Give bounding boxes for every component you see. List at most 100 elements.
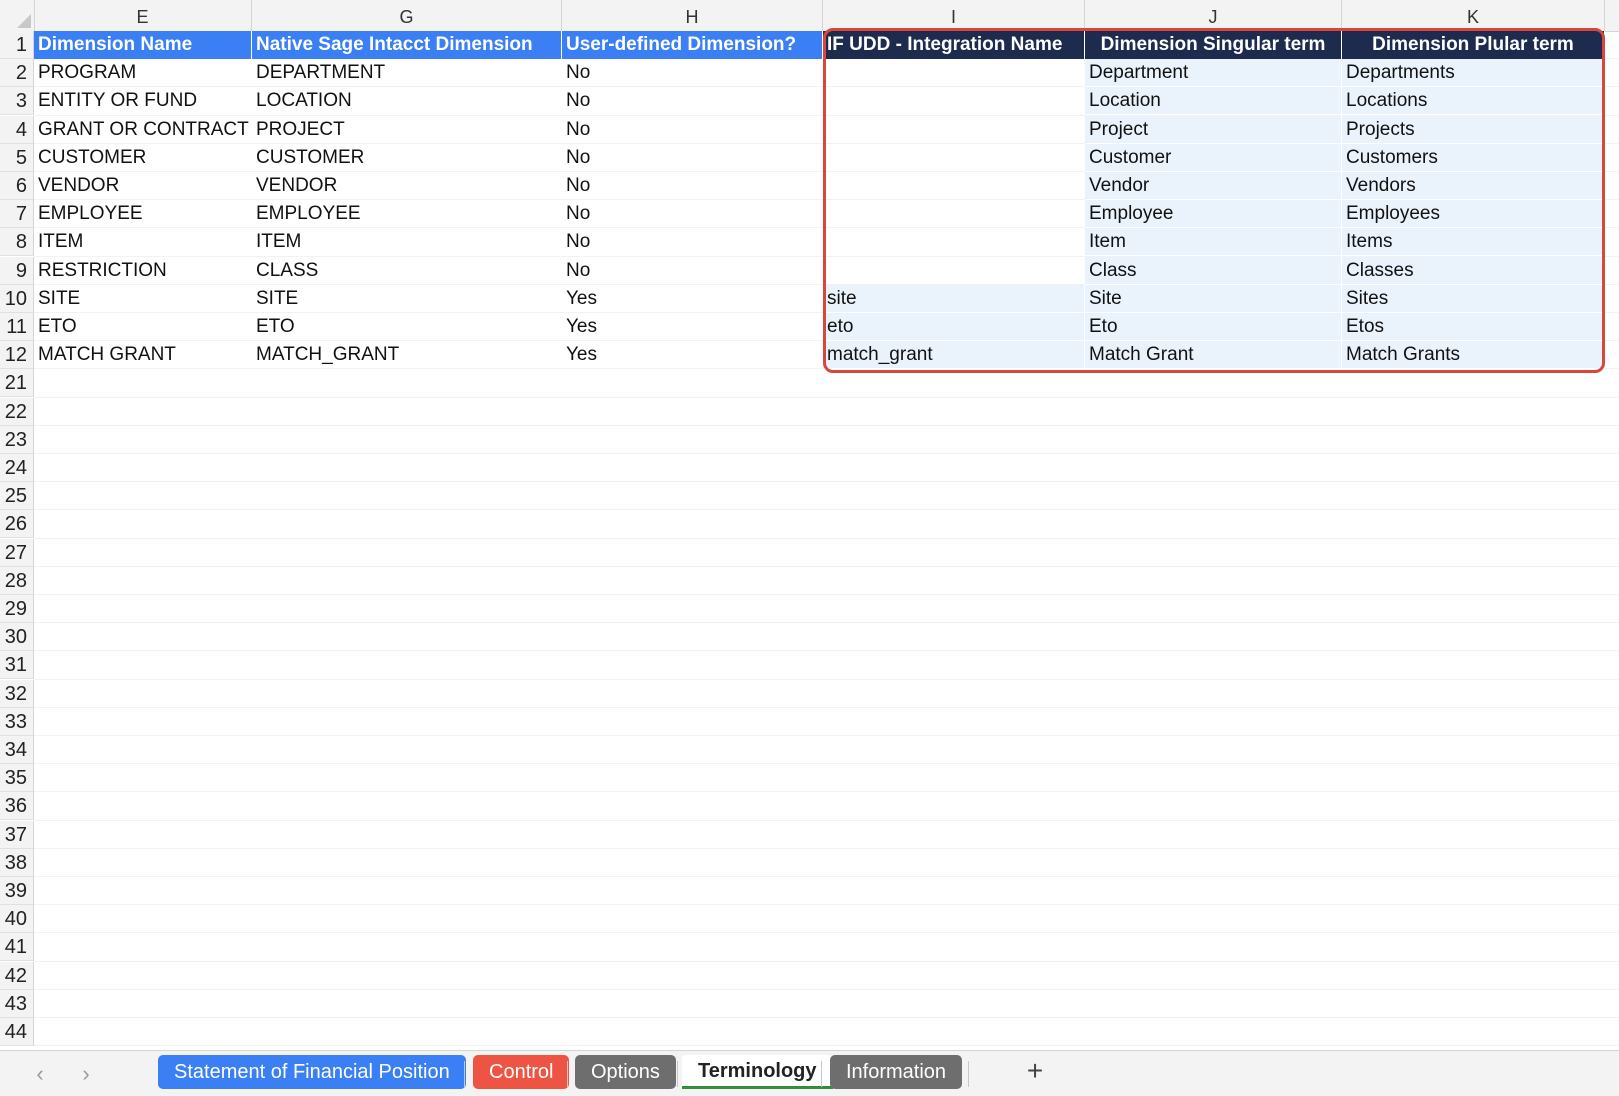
header-cell[interactable]: Dimension Singular term: [1085, 31, 1342, 59]
table-cell[interactable]: Sites: [1342, 284, 1605, 313]
row-header[interactable]: 29: [0, 595, 34, 623]
table-cell[interactable]: No: [562, 144, 823, 172]
table-cell[interactable]: No: [562, 200, 823, 228]
table-cell[interactable]: [823, 87, 1085, 115]
row-header[interactable]: 31: [0, 651, 34, 680]
row-header[interactable]: 38: [0, 848, 34, 877]
tab-statement-of-financial-position[interactable]: Statement of Financial Position: [158, 1055, 466, 1089]
table-cell[interactable]: No: [562, 228, 823, 256]
table-cell[interactable]: GRANT OR CONTRACT: [34, 116, 252, 144]
table-cell[interactable]: No: [562, 172, 823, 200]
table-cell[interactable]: EMPLOYEE: [252, 200, 562, 228]
table-cell[interactable]: Employee: [1085, 200, 1342, 229]
row-header[interactable]: 43: [0, 989, 34, 1018]
table-cell[interactable]: MATCH_GRANT: [252, 341, 562, 369]
table-cell[interactable]: match_grant: [823, 341, 1085, 370]
row-header[interactable]: 8: [0, 228, 34, 257]
table-cell[interactable]: site: [823, 284, 1085, 313]
table-cell[interactable]: RESTRICTION: [34, 257, 252, 285]
row-header[interactable]: 4: [0, 115, 34, 144]
table-cell[interactable]: VENDOR: [34, 172, 252, 200]
table-cell[interactable]: Classes: [1342, 256, 1605, 285]
row-header[interactable]: 34: [0, 736, 34, 764]
header-cell[interactable]: IF UDD - Integration Name: [823, 31, 1085, 59]
row-header[interactable]: 44: [0, 1018, 34, 1046]
table-cell[interactable]: Vendors: [1342, 172, 1605, 200]
row-header[interactable]: 42: [0, 961, 34, 990]
header-cell[interactable]: Dimension Plular term: [1342, 31, 1605, 59]
table-cell[interactable]: CUSTOMER: [252, 144, 562, 172]
row-header[interactable]: 40: [0, 905, 34, 934]
row-header[interactable]: 12: [0, 341, 34, 370]
row-header[interactable]: 24: [0, 454, 34, 482]
row-header[interactable]: 9: [0, 256, 34, 285]
table-cell[interactable]: Customer: [1085, 143, 1342, 172]
row-header[interactable]: 41: [0, 933, 34, 962]
tab-information[interactable]: Information: [830, 1055, 963, 1089]
table-cell[interactable]: [823, 228, 1085, 256]
row-header[interactable]: 25: [0, 482, 34, 511]
row-header[interactable]: 33: [0, 707, 34, 736]
table-cell[interactable]: DEPARTMENT: [252, 59, 562, 87]
table-cell[interactable]: CUSTOMER: [34, 144, 252, 172]
row-header[interactable]: 21: [0, 369, 34, 398]
table-cell[interactable]: Yes: [562, 313, 823, 341]
header-cell[interactable]: Native Sage Intacct Dimension: [252, 31, 562, 59]
table-cell[interactable]: Department: [1085, 59, 1342, 88]
row-header[interactable]: 26: [0, 510, 34, 539]
row-header[interactable]: 10: [0, 284, 34, 313]
table-cell[interactable]: Yes: [562, 285, 823, 313]
table-cell[interactable]: PROJECT: [252, 116, 562, 144]
row-header[interactable]: 30: [0, 623, 34, 652]
table-cell[interactable]: [823, 200, 1085, 228]
table-cell[interactable]: ITEM: [252, 228, 562, 256]
row-header[interactable]: 1: [0, 31, 34, 59]
table-cell[interactable]: ITEM: [34, 228, 252, 256]
select-all-corner[interactable]: [0, 0, 35, 31]
table-cell[interactable]: [823, 116, 1085, 144]
table-cell[interactable]: Etos: [1342, 313, 1605, 341]
row-header[interactable]: 22: [0, 397, 34, 426]
column-header-i[interactable]: I: [823, 0, 1085, 31]
table-cell[interactable]: ETO: [252, 313, 562, 341]
table-cell[interactable]: Locations: [1342, 87, 1605, 116]
column-header-h[interactable]: H: [562, 0, 823, 31]
row-header[interactable]: 36: [0, 792, 34, 821]
table-cell[interactable]: Departments: [1342, 59, 1605, 88]
table-cell[interactable]: No: [562, 59, 823, 87]
row-header[interactable]: 7: [0, 200, 34, 229]
table-cell[interactable]: PROGRAM: [34, 59, 252, 87]
table-cell[interactable]: Items: [1342, 228, 1605, 257]
table-cell[interactable]: Match Grant: [1085, 341, 1342, 370]
table-cell[interactable]: SITE: [252, 285, 562, 313]
row-header[interactable]: 28: [0, 566, 34, 595]
row-header[interactable]: 37: [0, 820, 34, 849]
table-cell[interactable]: [823, 257, 1085, 285]
table-cell[interactable]: No: [562, 257, 823, 285]
table-cell[interactable]: Yes: [562, 341, 823, 369]
table-cell[interactable]: EMPLOYEE: [34, 200, 252, 228]
table-cell[interactable]: Employees: [1342, 200, 1605, 229]
row-header[interactable]: 2: [0, 59, 34, 88]
header-cell[interactable]: Dimension Name: [34, 31, 252, 59]
row-header[interactable]: 3: [0, 87, 34, 116]
table-cell[interactable]: No: [562, 116, 823, 144]
column-header-g[interactable]: G: [252, 0, 562, 31]
row-header[interactable]: 35: [0, 764, 34, 793]
row-header[interactable]: 32: [0, 679, 34, 708]
table-cell[interactable]: ETO: [34, 313, 252, 341]
table-cell[interactable]: Site: [1085, 284, 1342, 313]
table-cell[interactable]: SITE: [34, 285, 252, 313]
row-header[interactable]: 5: [0, 143, 34, 172]
table-cell[interactable]: Item: [1085, 228, 1342, 257]
tab-options[interactable]: Options: [575, 1055, 676, 1089]
tab-terminology[interactable]: Terminology: [682, 1055, 833, 1089]
table-cell[interactable]: [823, 59, 1085, 87]
table-cell[interactable]: Eto: [1085, 313, 1342, 341]
table-cell[interactable]: Vendor: [1085, 172, 1342, 200]
table-cell[interactable]: Match Grants: [1342, 341, 1605, 370]
header-cell[interactable]: User-defined Dimension?: [562, 31, 823, 59]
table-cell[interactable]: Projects: [1342, 115, 1605, 144]
table-cell[interactable]: Location: [1085, 87, 1342, 116]
table-cell[interactable]: Class: [1085, 256, 1342, 285]
